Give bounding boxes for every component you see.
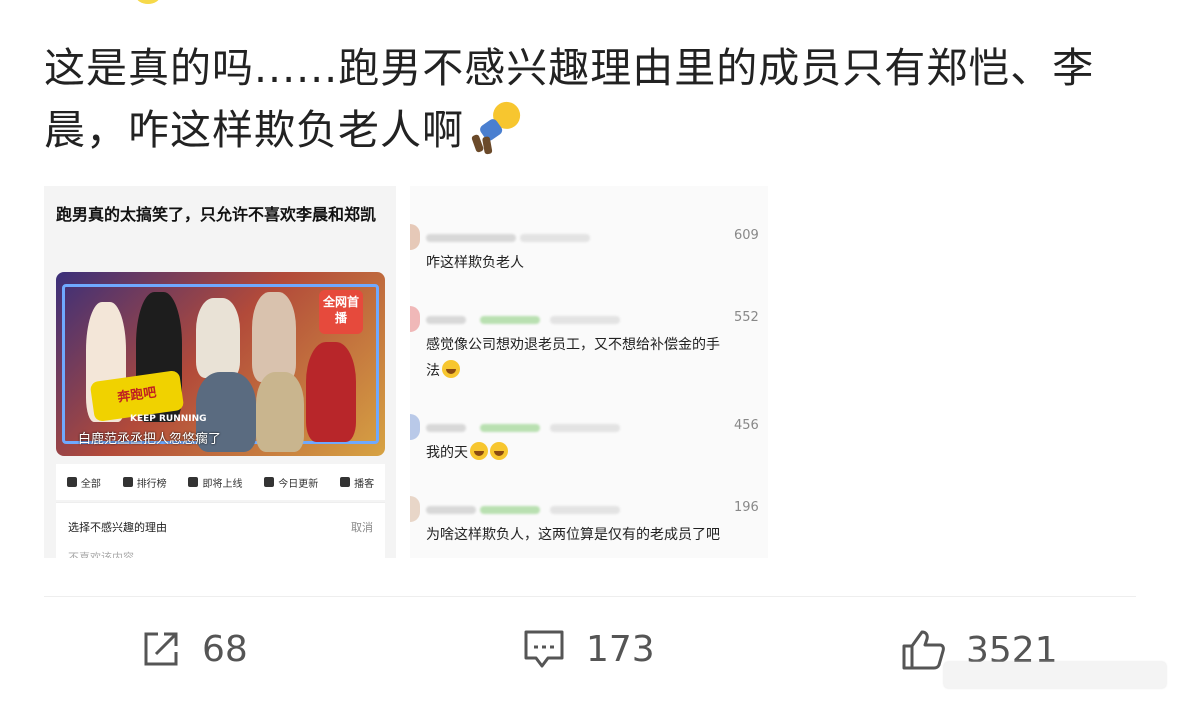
fainting-emoji-icon [471, 101, 521, 155]
comment-text: 感觉像公司想劝退老员工，又不想给补偿金的手 法 [426, 337, 720, 379]
blurred-username [426, 316, 466, 324]
blurred-badge [480, 424, 540, 432]
attached-image-app-screenshot[interactable]: 跑男真的太搞笑了，只允许不喜欢李晨和郑凯 全网首播 奔跑吧 KEEP RUNNI… [44, 186, 396, 558]
attached-image-comments-screenshot[interactable]: 609 咋这样欺负老人 552 感觉像公司想劝退老员工，又不想给补偿金的手 法 … [410, 186, 768, 558]
menu-item-ranking[interactable]: 排行榜 [122, 475, 167, 490]
divider [44, 596, 1136, 597]
comment-text: 咋这样欺负老人 [426, 255, 524, 271]
comment-text: 我的天 [426, 440, 768, 466]
like-count: 456 [734, 418, 759, 433]
like-count: 609 [734, 228, 759, 243]
blurred-username [426, 506, 476, 514]
repost-count: 68 [202, 628, 248, 670]
blurred-meta [520, 234, 590, 242]
like-count: 196 [734, 500, 759, 515]
cast-figure [196, 298, 240, 378]
thumbs-up-icon [902, 630, 945, 670]
keep-running-text: KEEP RUNNING [130, 414, 207, 424]
grid-icon [66, 477, 77, 487]
cast-figure [256, 372, 304, 452]
commenter-avatar [410, 414, 420, 440]
not-interested-sheet: 选择不感兴趣的理由 取消 不喜欢该内容 [56, 502, 385, 558]
post-body: 这是真的吗......跑男不感兴趣理由里的成员只有郑恺、李晨，咋这样欺负老人啊 [44, 44, 1095, 154]
comment-button[interactable]: 173 [522, 628, 655, 670]
blurred-username [426, 234, 516, 242]
post-text: 这是真的吗......跑男不感兴趣理由里的成员只有郑恺、李晨，咋这样欺负老人啊 [44, 38, 1134, 160]
menu-item-podcast[interactable]: 播客 [340, 475, 374, 490]
video-subtitle: 白鹿范丞丞把人忽悠瘸了 [78, 432, 222, 447]
blurred-badge [480, 506, 540, 514]
blurred-meta [550, 316, 620, 324]
blurred-username [426, 424, 466, 432]
blurred-meta [550, 424, 620, 432]
sheet-title: 选择不感兴趣的理由 [68, 521, 167, 534]
repost-button[interactable]: 68 [140, 628, 248, 670]
menu-item-today[interactable]: 今日更新 [264, 475, 318, 490]
premiere-badge: 全网首播 [319, 290, 363, 334]
sheet-cancel-button[interactable]: 取消 [351, 519, 373, 535]
microphone-icon [340, 477, 351, 487]
menu-item-all[interactable]: 全部 [66, 475, 101, 490]
sheet-option[interactable]: 不喜欢该内容 [68, 549, 134, 558]
video-thumbnail: 全网首播 奔跑吧 KEEP RUNNING 白鹿范丞丞把人忽悠瘸了 [56, 272, 385, 456]
comment-count: 173 [586, 628, 655, 670]
update-icon [264, 477, 275, 487]
comment-text: 为啥这样欺负人，这两位算是仅有的老成员了吧 [426, 527, 720, 543]
blurred-meta [550, 506, 620, 514]
overlay-bar [944, 662, 1166, 688]
cast-figure [252, 292, 296, 382]
category-menu: 全部 排行榜 即将上线 今日更新 播客 [56, 464, 385, 500]
tears-of-joy-emoji-icon [490, 442, 508, 460]
share-icon [144, 632, 178, 666]
laugh-emoji-icon [442, 360, 460, 378]
commenter-avatar [410, 306, 420, 332]
avatar-fragment [136, 0, 160, 4]
screenshot-title: 跑男真的太搞笑了，只允许不喜欢李晨和郑凯 [56, 205, 377, 224]
tears-of-joy-emoji-icon [470, 442, 488, 460]
calendar-icon [188, 477, 199, 487]
ranking-icon [122, 477, 133, 487]
comment-icon [524, 630, 564, 668]
commenter-avatar [410, 496, 420, 522]
commenter-avatar [410, 224, 420, 250]
menu-item-upcoming[interactable]: 即将上线 [188, 475, 242, 490]
cast-figure [306, 342, 356, 442]
like-count: 552 [734, 310, 759, 325]
blurred-badge [480, 316, 540, 324]
